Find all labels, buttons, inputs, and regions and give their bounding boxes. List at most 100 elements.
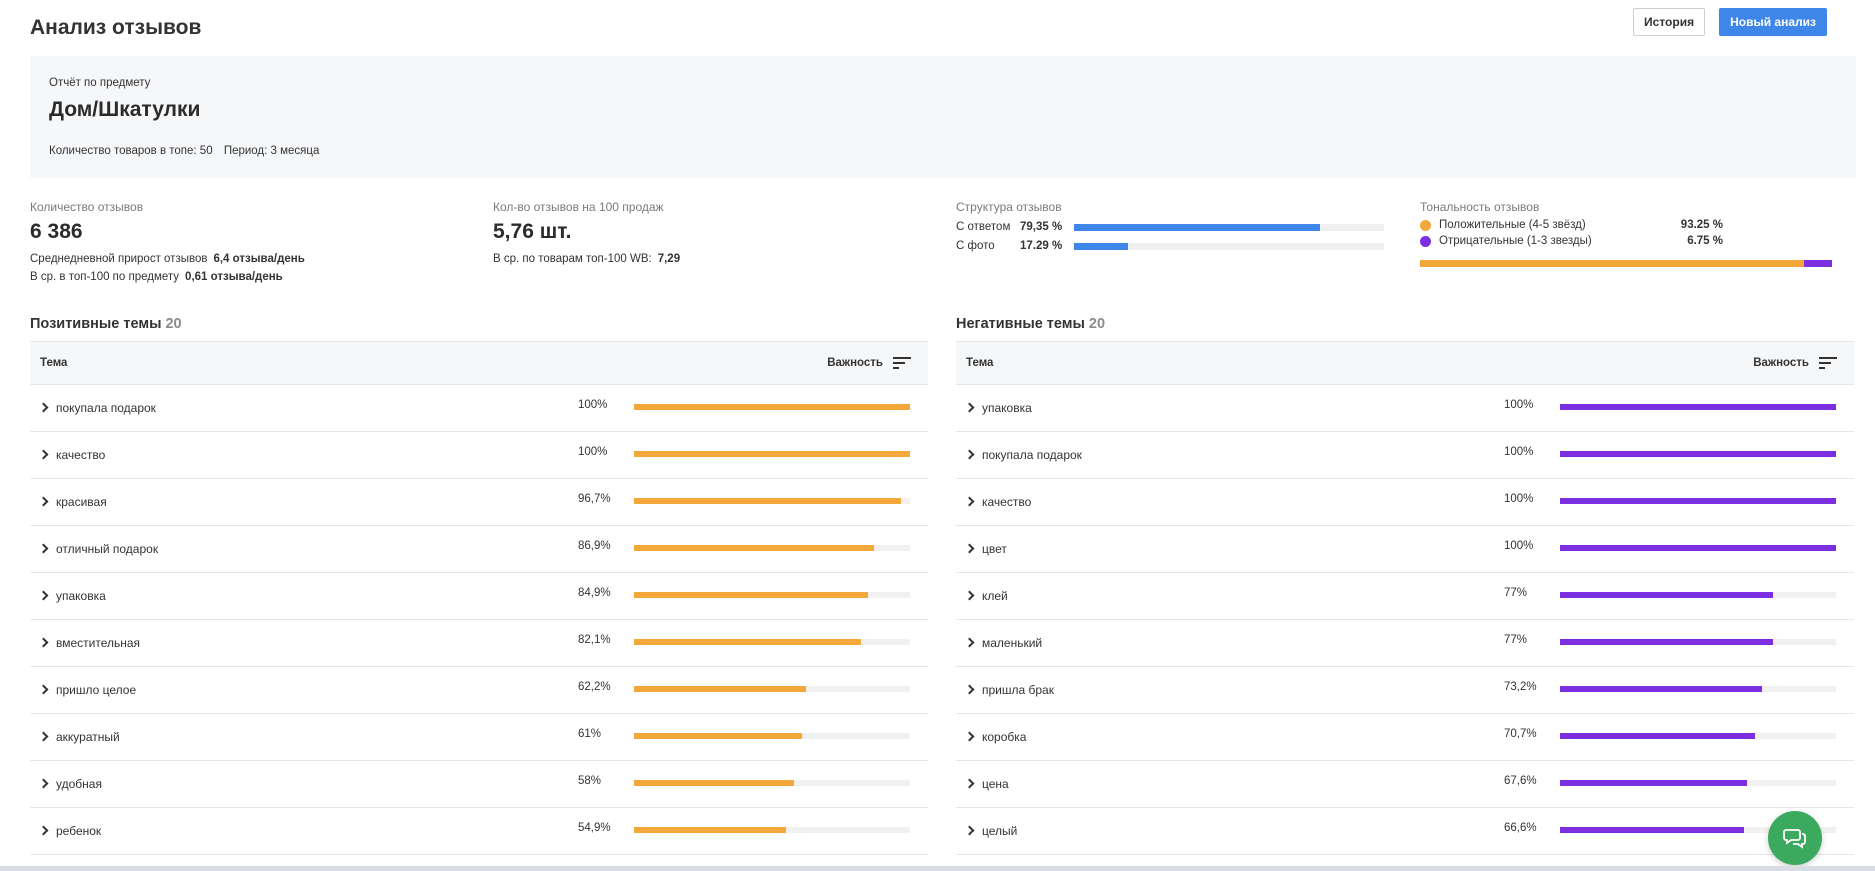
tone-positive-label: Положительные (4-5 звёзд) [1439,219,1586,231]
importance-bar-fill [634,498,901,504]
metric-value: 6 386 [30,220,83,243]
table-row[interactable]: отличный подарок 86,9% [30,526,928,573]
topic-importance: 70,7% [1504,728,1537,740]
table-row[interactable]: аккуратный 61% [30,714,928,761]
chevron-right-icon[interactable] [964,590,975,601]
table-row[interactable]: целый 66,6% [956,808,1854,855]
importance-bar-fill [634,827,786,833]
table-row[interactable]: упаковка 100% [956,385,1854,432]
positive-topics-table: Тема Важность покупала подарок 100% качест… [30,341,928,855]
topic-label: удобная [56,777,102,791]
table-row[interactable]: клей 77% [956,573,1854,620]
table-row[interactable]: пришла брак 73,2% [956,667,1854,714]
topic-label: отличный подарок [56,542,159,556]
chat-icon [1783,829,1806,849]
table-row[interactable]: упаковка 84,9% [30,573,928,620]
table-row[interactable]: маленький 77% [956,620,1854,667]
sort-icon[interactable] [893,356,911,370]
col-topic: Тема [40,357,68,369]
topic-label: качество [982,495,1032,509]
importance-bar-fill [1560,686,1763,692]
tone-negative-value: 6.75 % [1687,235,1723,247]
table-header: Тема Важность [956,342,1854,385]
topic-label: покупала подарок [982,448,1082,462]
chevron-right-icon[interactable] [964,825,975,836]
chevron-right-icon[interactable] [964,778,975,789]
chevron-right-icon[interactable] [38,449,49,460]
table-row[interactable]: удобная 58% [30,761,928,808]
importance-bar-track [634,451,910,457]
table-row[interactable]: цена 67,6% [956,761,1854,808]
history-button[interactable]: История [1633,8,1706,36]
chevron-right-icon[interactable] [38,543,49,554]
table-row[interactable]: красивая 96,7% [30,479,928,526]
importance-bar-fill [634,780,795,786]
chevron-right-icon[interactable] [964,731,975,742]
table-row[interactable]: качество 100% [30,432,928,479]
chevron-right-icon[interactable] [38,637,49,648]
table-row[interactable]: покупала подарок 100% [956,432,1854,479]
table-row[interactable]: пришло целое 62,2% [30,667,928,714]
bottom-scrollbar[interactable] [0,866,1875,871]
topic-importance: 66,6% [1504,822,1537,834]
importance-bar-track [1560,592,1836,598]
col-importance: Важность [827,357,883,369]
subject-caption: Отчёт по предмету [49,77,151,89]
topic-label: ребенок [56,824,102,838]
table-row[interactable]: цвет 100% [956,526,1854,573]
topic-importance: 100% [578,399,608,411]
table-row[interactable]: покупала подарок 100% [30,385,928,432]
importance-bar-track [634,733,910,739]
chevron-right-icon[interactable] [38,731,49,742]
structure-row: С фото 17.29 % [956,240,1384,252]
topic-label: маленький [982,636,1043,650]
metric-label: Тональность отзывов [1420,200,1540,214]
page-title: Анализ отзывов [30,16,202,39]
chevron-right-icon[interactable] [964,496,975,507]
growth-value: 6,4 отзыва/день [213,253,305,265]
table-row[interactable]: ребенок 54,9% [30,808,928,855]
tone-positive: Положительные (4-5 звёзд) 93.25 % [1420,219,1832,231]
topic-importance: 100% [1504,446,1534,458]
topic-label: цвет [982,542,1007,556]
structure-bar-fill [1074,242,1128,250]
importance-bar-track [1560,545,1836,551]
topic-label: целый [982,824,1018,838]
topic-importance: 67,6% [1504,775,1537,787]
importance-bar-track [634,404,910,410]
chevron-right-icon[interactable] [964,543,975,554]
sort-icon[interactable] [1819,356,1837,370]
structure-value: 17.29 % [1020,240,1063,252]
chevron-right-icon[interactable] [964,637,975,648]
chevron-right-icon[interactable] [964,684,975,695]
topic-label: упаковка [982,401,1032,415]
chevron-right-icon[interactable] [964,402,975,413]
table-row[interactable]: коробка 70,7% [956,714,1854,761]
subject-meta: Количество товаров в топе: 50 Период: 3 … [49,145,319,157]
topic-label: пришла брак [982,683,1054,697]
top100-row: В ср. в топ-100 по предмету 0,61 отзыва/д… [30,271,305,283]
table-row[interactable]: вместительная 82,1% [30,620,928,667]
new-analysis-button[interactable]: Новый анализ [1719,8,1827,36]
chevron-right-icon[interactable] [964,449,975,460]
chevron-right-icon[interactable] [38,496,49,507]
topic-label: аккуратный [56,730,120,744]
chevron-right-icon[interactable] [38,778,49,789]
table-row[interactable]: качество 100% [956,479,1854,526]
topic-importance: 61% [578,728,602,740]
chevron-right-icon[interactable] [38,684,49,695]
products-in-top: Количество товаров в топе: 50 [49,145,213,157]
topic-importance: 100% [1504,493,1534,505]
topic-importance: 96,7% [578,493,611,505]
chat-button[interactable] [1768,811,1822,865]
metric-value: 5,76 шт. [493,220,572,243]
negative-dot-icon [1420,235,1431,247]
chevron-right-icon[interactable] [38,825,49,836]
col-importance-sort[interactable]: Важность [1753,356,1837,370]
importance-bar-fill [1560,451,1836,457]
page-header: Анализ отзывов История Новый анализ [30,8,1851,54]
chevron-right-icon[interactable] [38,402,49,413]
col-importance-sort[interactable]: Важность [827,356,911,370]
chevron-right-icon[interactable] [38,590,49,601]
importance-bar-track [1560,639,1836,645]
